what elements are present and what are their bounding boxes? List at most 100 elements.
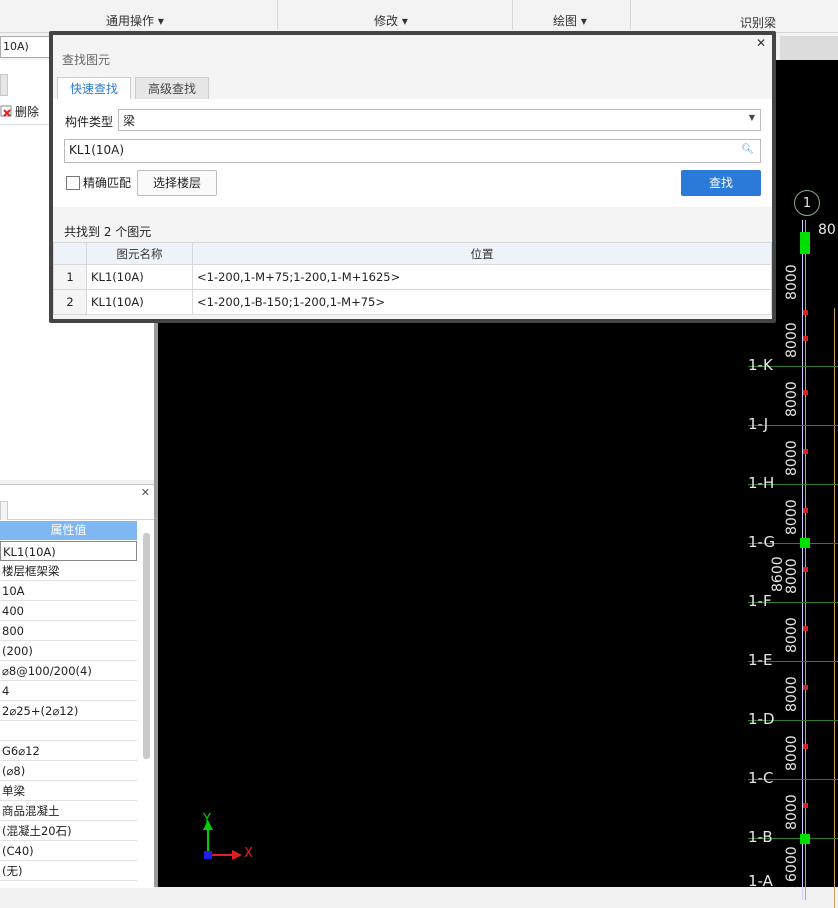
axis-label: 1-A: [748, 872, 773, 890]
component-combo[interactable]: 10A): [0, 36, 52, 58]
canvas-header-strip: [780, 36, 838, 61]
row-name: KL1(10A): [86, 264, 193, 290]
property-row[interactable]: 商品混凝土: [0, 801, 137, 821]
panel-tab[interactable]: [0, 74, 8, 96]
dimension-label: 8000: [784, 617, 800, 653]
delete-icon: [0, 105, 12, 117]
property-tab[interactable]: [0, 501, 8, 520]
property-row[interactable]: 10A: [0, 581, 137, 601]
mark: [803, 567, 808, 572]
dimension-label: 8000: [784, 558, 800, 594]
table-header-row: 图元名称 位置: [53, 242, 772, 265]
property-value-header: 属性值: [0, 521, 137, 540]
exact-match-label: 精确匹配: [83, 176, 132, 190]
property-row[interactable]: (C40): [0, 841, 137, 861]
property-row[interactable]: 单梁: [0, 781, 137, 801]
property-row[interactable]: 楼层框架梁: [0, 561, 137, 581]
table-row[interactable]: 1 KL1(10A) <1-200,1-M+75;1-200,1-M+1625>: [53, 264, 772, 290]
axis-label: 1-F: [748, 592, 772, 610]
mark: [803, 508, 808, 513]
find-form: 构件类型 梁 ▼ KL1(10A) 🔍︎ 精确匹配 选择楼层 查找: [53, 99, 772, 207]
close-icon[interactable]: ✕: [756, 36, 766, 50]
beam-line: [805, 220, 806, 900]
ucs-y-label: Y: [203, 812, 211, 827]
ribbon-group-recognize[interactable]: 识别梁: [740, 14, 776, 31]
beam-edge: [834, 308, 838, 908]
mark: [803, 310, 808, 315]
dimension-label: 8000: [784, 322, 800, 358]
dimension-label: 8000: [784, 794, 800, 830]
property-rows: KL1(10A) 楼层框架梁 10A 400 800 (200) ⌀8@100/…: [0, 541, 137, 881]
property-row[interactable]: (200): [0, 641, 137, 661]
axis-label: 1-K: [748, 356, 773, 374]
column-header-name: 图元名称: [86, 242, 193, 265]
property-row[interactable]: ⌀8@100/200(4): [0, 661, 137, 681]
axis-label: 1-H: [748, 474, 775, 492]
property-row[interactable]: (无): [0, 861, 137, 881]
delete-button[interactable]: 删除: [0, 102, 39, 120]
property-row[interactable]: (⌀8): [0, 761, 137, 781]
node-marker: [800, 232, 810, 254]
chevron-down-icon: ▼: [748, 113, 755, 122]
beam-line: [802, 220, 803, 900]
row-index: 2: [53, 289, 87, 315]
tab-advanced-find[interactable]: 高级查找: [135, 77, 210, 99]
search-input[interactable]: KL1(10A) 🔍︎: [64, 139, 761, 163]
ribbon-group-draw[interactable]: 绘图 ▾: [553, 12, 587, 29]
ribbon-separator: [630, 0, 631, 30]
mark: [803, 336, 808, 341]
find-element-dialog: ✕ 查找图元 快速查找 高级查找 构件类型 梁 ▼ KL1(10A) 🔍︎ 精确…: [49, 31, 776, 323]
search-icon[interactable]: 🔍︎: [741, 144, 754, 155]
table-row[interactable]: 2 KL1(10A) <1-200,1-B-150;1-200,1-M+75>: [53, 289, 772, 315]
close-icon[interactable]: ✕: [141, 486, 150, 499]
dialog-tabs: 快速查找 高级查找: [53, 75, 772, 100]
column-header-position: 位置: [192, 242, 772, 265]
axis-label: 1-J: [748, 415, 769, 433]
ribbon-group-modify[interactable]: 修改 ▾: [374, 12, 408, 29]
property-panel: ✕ 属性值 KL1(10A) 楼层框架梁 10A 400 800 (200) ⌀…: [0, 484, 154, 888]
result-count: 共找到 2 个图元: [64, 225, 152, 239]
property-row[interactable]: 4: [0, 681, 137, 701]
dimension-label: 6000: [784, 846, 800, 882]
result-table: 图元名称 位置 1 KL1(10A) <1-200,1-M+75;1-200,1…: [53, 242, 772, 315]
mark: [803, 449, 808, 454]
property-tabbar: [0, 499, 154, 520]
property-row[interactable]: G6⌀12: [0, 741, 137, 761]
property-row[interactable]: KL1(10A): [0, 541, 137, 561]
exact-match-checkbox[interactable]: [66, 176, 80, 190]
select-floor-button[interactable]: 选择楼层: [137, 170, 217, 196]
property-scrollbar[interactable]: [143, 533, 150, 759]
property-row[interactable]: (混凝土20石): [0, 821, 137, 841]
property-row[interactable]: 400: [0, 601, 137, 621]
component-type-value: 梁: [123, 114, 136, 128]
row-position: <1-200,1-B-150;1-200,1-M+75>: [192, 289, 772, 315]
axis-label: 1-B: [748, 828, 773, 846]
mark: [803, 744, 808, 749]
mark: [803, 685, 808, 690]
ribbon-separator: [512, 0, 513, 30]
dimension-label: 8000: [784, 440, 800, 476]
node-marker: [800, 538, 810, 548]
find-button[interactable]: 查找: [681, 170, 761, 196]
property-row[interactable]: [0, 721, 137, 741]
delete-label: 删除: [15, 104, 40, 119]
component-type-select[interactable]: 梁 ▼: [118, 109, 761, 131]
axis-label: 1-E: [748, 651, 773, 669]
result-area: 共找到 2 个图元 图元名称 位置 1 KL1(10A) <1-200,1-M+…: [53, 211, 772, 319]
tab-quick-find[interactable]: 快速查找: [57, 77, 132, 100]
axis-label: 1-D: [748, 710, 775, 728]
dimension-label: 8000: [784, 676, 800, 712]
ucs-x-label: X: [244, 846, 253, 861]
axis-top-dim: 80: [818, 222, 836, 238]
row-position: <1-200,1-M+75;1-200,1-M+1625>: [192, 264, 772, 290]
mark: [803, 626, 808, 631]
ribbon-separator: [277, 0, 278, 30]
ribbon: 通用操作 ▾ 修改 ▾ 绘图 ▾ 识别梁: [0, 0, 838, 33]
property-row[interactable]: 2⌀25+(2⌀12): [0, 701, 137, 721]
search-value: KL1(10A): [69, 143, 125, 157]
dialog-title: 查找图元: [62, 53, 111, 67]
ribbon-group-general[interactable]: 通用操作 ▾: [106, 12, 164, 29]
property-row[interactable]: 800: [0, 621, 137, 641]
axis-label: 1-G: [748, 533, 776, 551]
dimension-label: 8000: [784, 264, 800, 300]
